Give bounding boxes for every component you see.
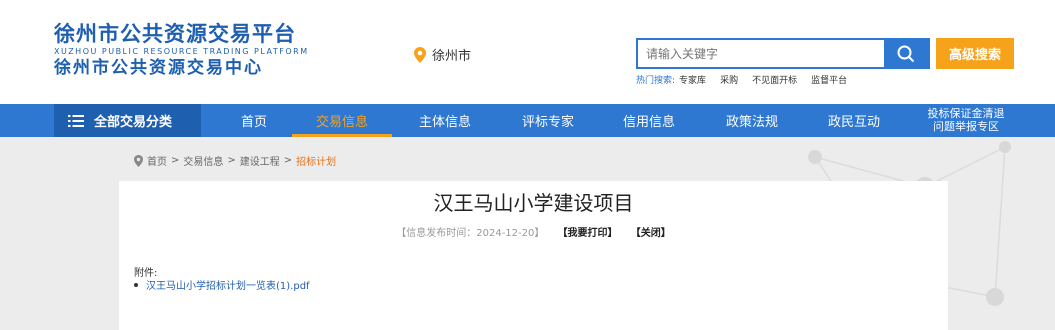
search-icon [897, 45, 915, 62]
article-title: 汉王马山小学建设项目 [433, 191, 634, 215]
attachment-item: 汉王马山小学招标计划一览表(1).pdf [134, 277, 310, 292]
breadcrumb-current[interactable]: 招标计划 [296, 153, 336, 168]
breadcrumb-construction[interactable]: 建设工程 [240, 153, 280, 168]
hot-search-label: 热门搜索: [636, 76, 676, 86]
search-box [636, 38, 930, 69]
search-input[interactable] [638, 40, 884, 67]
advanced-search-button[interactable]: 高级搜索 [936, 38, 1014, 69]
publish-time-prefix: 【信息发布时间： [396, 228, 477, 239]
nav-deposit-label: 投标保证金清退 [927, 107, 1005, 120]
nav-credit-info[interactable]: 信用信息 [601, 104, 697, 137]
print-button[interactable]: 【我要打印】 [558, 228, 618, 239]
hot-search-list: 热门搜索: 专家库 采购 不见面开标 监督平台 [636, 73, 847, 86]
article-meta: 【信息发布时间：2024-12-20】 【我要打印】 【关闭】 [119, 224, 948, 239]
location-label: 徐州市 [432, 49, 472, 64]
hot-search-term[interactable]: 监督平台 [811, 73, 847, 86]
main-nav: 全部交易分类 首页 交易信息 主体信息 评标专家 信用信息 政策法规 政民互动 … [0, 104, 1055, 137]
breadcrumb-home[interactable]: 首页 [147, 153, 167, 168]
location-pin-icon [414, 46, 426, 63]
logo-english-subtitle: XUZHOU PUBLIC RESOURCE TRADING PLATFORM [54, 47, 309, 56]
nav-report-label: 问题举报专区 [933, 120, 999, 133]
logo-center-name: 徐州市公共资源交易中心 [54, 58, 263, 78]
all-categories-menu[interactable]: 全部交易分类 [54, 104, 201, 137]
nav-trade-info[interactable]: 交易信息 [292, 104, 392, 137]
hot-search-term[interactable]: 专家库 [679, 73, 706, 86]
search-button[interactable] [884, 40, 928, 67]
attachment-link[interactable]: 汉王马山小学招标计划一览表(1).pdf [146, 277, 310, 292]
logo-title: 徐州市公共资源交易平台 [54, 22, 296, 46]
publish-date: 2024-12-20 [476, 228, 535, 239]
breadcrumb: 首页 > 交易信息 > 建设工程 > 招标计划 [134, 153, 336, 168]
nav-policies[interactable]: 政策法规 [704, 104, 800, 137]
menu-list-icon [68, 114, 84, 127]
publish-time-suffix: 】 [534, 228, 545, 239]
location-pin-icon [134, 154, 143, 167]
breadcrumb-separator: > [227, 155, 236, 166]
nav-subject-info[interactable]: 主体信息 [397, 104, 493, 137]
article-panel: 汉王马山小学建设项目 【信息发布时间：2024-12-20】 【我要打印】 【关… [119, 181, 948, 330]
all-categories-label: 全部交易分类 [94, 115, 173, 130]
site-header: 徐州市公共资源交易平台 XUZHOU PUBLIC RESOURCE TRADI… [0, 0, 1055, 104]
hot-search-term[interactable]: 采购 [720, 73, 738, 86]
nav-interaction[interactable]: 政民互动 [806, 104, 902, 137]
close-button[interactable]: 【关闭】 [631, 228, 671, 239]
breadcrumb-separator: > [283, 155, 293, 166]
site-logo[interactable]: 徐州市公共资源交易平台 XUZHOU PUBLIC RESOURCE TRADI… [54, 22, 314, 78]
nav-bid-experts[interactable]: 评标专家 [500, 104, 596, 137]
breadcrumb-separator: > [171, 155, 180, 166]
nav-deposit-report[interactable]: 投标保证金清退 问题举报专区 [920, 107, 1012, 133]
nav-home[interactable]: 首页 [216, 104, 292, 137]
hot-search-term[interactable]: 不见面开标 [752, 73, 797, 86]
breadcrumb-trade-info[interactable]: 交易信息 [183, 153, 223, 168]
bullet-icon [134, 282, 138, 287]
location-selector[interactable]: 徐州市 [414, 45, 471, 64]
